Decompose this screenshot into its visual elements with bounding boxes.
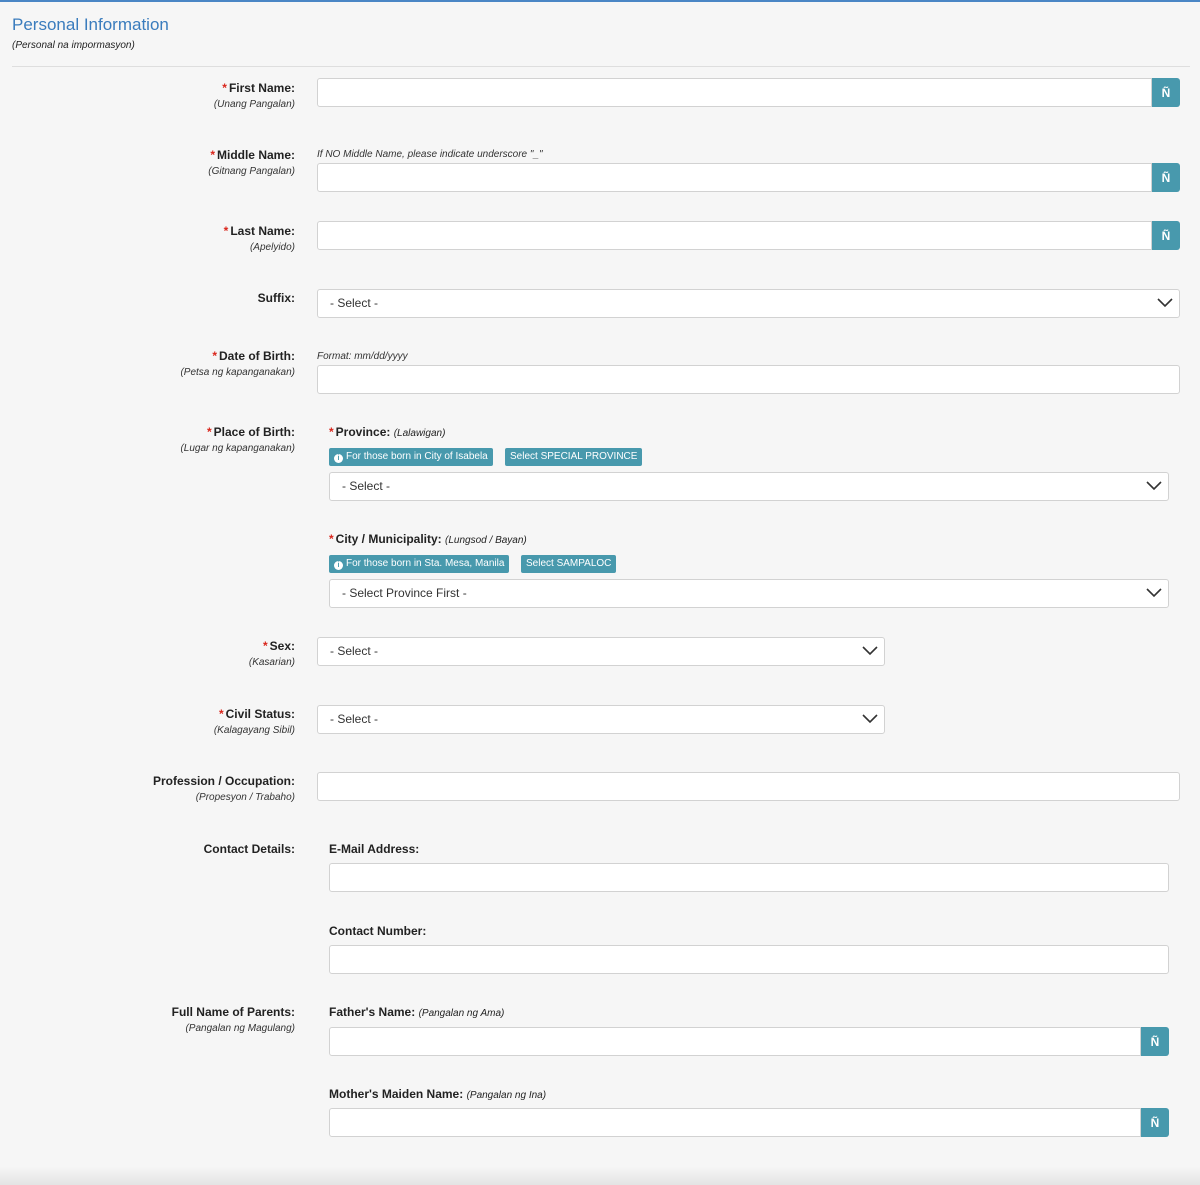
- dob-label: * Date of Birth: (Petsa ng kapanganakan): [180, 349, 295, 378]
- parents-label: Full Name of Parents: (Pangalan ng Magul…: [171, 1005, 295, 1034]
- first-name-n-tilde-button[interactable]: Ñ: [1152, 78, 1180, 107]
- required-asterisk: *: [329, 532, 334, 546]
- page-title: Personal Information: [12, 15, 169, 34]
- contact-number-label: Contact Number:: [329, 924, 427, 938]
- chevron-down-icon: [1146, 481, 1162, 491]
- email-input[interactable]: [329, 863, 1169, 892]
- required-asterisk: *: [262, 639, 268, 653]
- middle-name-hint: If NO Middle Name, please indicate under…: [317, 149, 543, 160]
- profession-label: Profession / Occupation: (Propesyon / Tr…: [152, 774, 295, 803]
- middle-name-input[interactable]: [317, 163, 1152, 192]
- sex-label: * Sex: (Kasarian): [248, 639, 295, 668]
- last-name-n-tilde-button[interactable]: Ñ: [1152, 221, 1180, 250]
- middle-name-n-tilde-button[interactable]: Ñ: [1152, 163, 1180, 192]
- email-label: E-Mail Address:: [329, 842, 420, 856]
- province-select[interactable]: - Select -: [329, 472, 1169, 501]
- dob-input[interactable]: [317, 365, 1180, 394]
- profession-input[interactable]: [317, 772, 1180, 801]
- select-sampaloc-button[interactable]: Select SAMPALOC: [521, 555, 617, 573]
- father-name-input[interactable]: [329, 1027, 1141, 1056]
- required-asterisk: *: [210, 148, 215, 162]
- father-name-label: Father's Name: (Pangalan ng Ama): [329, 1005, 505, 1019]
- isabela-info-badge[interactable]: i For those born in City of Isabela: [329, 448, 493, 466]
- info-circle-icon: i: [334, 561, 343, 570]
- civil-status-label: * Civil Status: (Kalagayang Sibil): [213, 707, 295, 736]
- required-asterisk: *: [329, 425, 334, 439]
- mother-name-label: Mother's Maiden Name: (Pangalan ng Ina): [329, 1087, 547, 1101]
- bottom-fade: [0, 1167, 1200, 1185]
- select-special-province-button[interactable]: Select SPECIAL PROVINCE: [505, 448, 643, 466]
- contact-number-input[interactable]: [329, 945, 1169, 974]
- province-label: * Province: (Lalawigan): [329, 425, 446, 439]
- civil-status-select[interactable]: - Select -: [317, 705, 885, 734]
- first-name-input[interactable]: [317, 78, 1152, 107]
- chevron-down-icon: [862, 646, 878, 656]
- contact-details-label: Contact Details:: [203, 842, 295, 856]
- dob-format-hint: Format: mm/dd/yyyy: [317, 351, 408, 362]
- sta-mesa-info-badge[interactable]: i For those born in Sta. Mesa, Manila: [329, 555, 510, 573]
- mother-name-n-tilde-button[interactable]: Ñ: [1141, 1108, 1169, 1137]
- info-circle-icon: i: [334, 454, 343, 463]
- chevron-down-icon: [1157, 298, 1173, 308]
- middle-name-label: * Middle Name: (Gitnang Pangalan): [208, 148, 295, 177]
- city-label: * City / Municipality: (Lungsod / Bayan): [329, 532, 527, 546]
- required-asterisk: *: [206, 425, 212, 439]
- required-asterisk: *: [212, 349, 217, 363]
- first-name-label: * First Name: (Unang Pangalan): [213, 81, 295, 110]
- top-border: [0, 0, 1200, 2]
- last-name-input[interactable]: [317, 221, 1152, 250]
- chevron-down-icon: [1146, 588, 1162, 598]
- mother-name-input[interactable]: [329, 1108, 1141, 1137]
- page-subtitle: (Personal na impormasyon): [12, 40, 135, 51]
- father-name-n-tilde-button[interactable]: Ñ: [1141, 1027, 1169, 1056]
- suffix-select[interactable]: - Select -: [317, 289, 1180, 318]
- sex-select[interactable]: - Select -: [317, 637, 885, 666]
- required-asterisk: *: [218, 707, 224, 721]
- required-asterisk: *: [223, 224, 229, 238]
- last-name-label: * Last Name: (Apelyido): [223, 224, 295, 253]
- pob-label: * Place of Birth: (Lugar ng kapanganakan): [180, 425, 295, 454]
- required-asterisk: *: [222, 81, 227, 95]
- chevron-down-icon: [862, 714, 878, 724]
- city-select[interactable]: - Select Province First -: [329, 579, 1169, 608]
- header-divider: [12, 66, 1190, 67]
- suffix-label: Suffix:: [257, 291, 295, 305]
